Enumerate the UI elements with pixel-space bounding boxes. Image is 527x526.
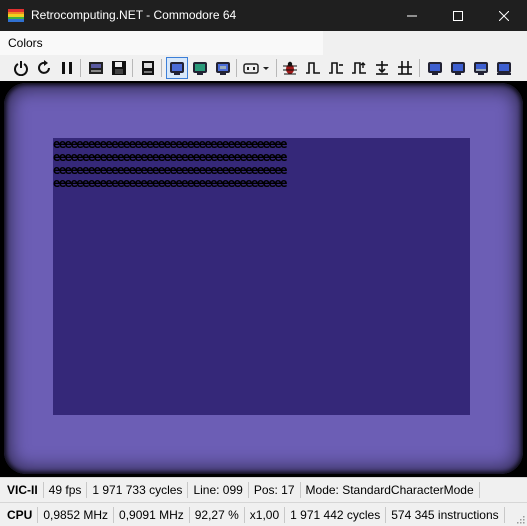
vic-fps: 49 fps	[44, 481, 88, 498]
floppy-icon	[112, 61, 126, 75]
joystick-dropdown-icon	[243, 63, 269, 74]
close-icon	[499, 10, 509, 21]
toolbar	[0, 55, 527, 81]
view-screen-button[interactable]	[166, 57, 188, 79]
vic-pos: Pos: 17	[249, 481, 301, 498]
step-out-button[interactable]	[348, 57, 370, 79]
vic-status-bar: VIC-II 49 fps 1 971 733 cycles Line: 099…	[0, 477, 527, 501]
display-icon	[497, 62, 511, 75]
power-icon	[14, 61, 28, 76]
reset-button[interactable]	[33, 57, 55, 79]
character-rows: eeeeeeeeeeeeeeeeeeeeeeeeeeeeeeeeeeeeeeee…	[53, 138, 470, 190]
monitor-icon	[216, 62, 230, 75]
menu-item-colors[interactable]: Colors	[8, 36, 43, 50]
minimize-icon	[407, 15, 417, 16]
display-3-button[interactable]	[470, 57, 492, 79]
close-button[interactable]	[481, 0, 527, 31]
screen-area: eeeeeeeeeeeeeeeeeeeeeeeeeeeeeeeeeeeeeeee…	[53, 138, 470, 415]
rainbow-logo-icon	[8, 9, 24, 22]
resize-grip-icon[interactable]	[515, 514, 525, 524]
cpu-status-bar: CPU 0,9852 MHz 0,9091 MHz 92,27 % x1,00 …	[0, 502, 527, 526]
vic-cycles: 1 971 733 cycles	[87, 481, 189, 498]
step-into-button[interactable]	[371, 57, 393, 79]
toolbar-separator	[80, 59, 81, 77]
pause-icon	[62, 62, 72, 74]
cpu-instructions: 574 345 instructions	[386, 506, 505, 523]
cartridge-button[interactable]	[137, 57, 159, 79]
maximize-button[interactable]	[435, 0, 481, 31]
power-button[interactable]	[10, 57, 32, 79]
cartridge-icon	[142, 61, 154, 75]
view-screen-alt-button[interactable]	[189, 57, 211, 79]
cpu-speed: x1,00	[245, 506, 286, 523]
vic-label: VIC-II	[0, 481, 44, 498]
run-to-button[interactable]	[394, 57, 416, 79]
minimize-button[interactable]	[389, 0, 435, 31]
toolbar-separator	[276, 59, 277, 77]
monitor-icon	[170, 62, 184, 75]
run-to-icon	[398, 61, 412, 75]
joystick-dropdown[interactable]	[240, 57, 272, 79]
char-row: eeeeeeeeeeeeeeeeeeeeeeeeeeeeeeeeeeeeeeee	[53, 176, 287, 190]
emulator-window: Retrocomputing.NET - Commodore 64 Colors	[0, 0, 527, 526]
pause-button[interactable]	[56, 57, 78, 79]
vic-mode: Mode: StandardCharacterMode	[301, 481, 480, 498]
window-title: Retrocomputing.NET - Commodore 64	[31, 8, 237, 22]
display-icon	[428, 62, 442, 75]
screen-border: eeeeeeeeeeeeeeeeeeeeeeeeeeeeeeeeeeeeeeee…	[4, 83, 523, 474]
menu-bar: Colors	[0, 31, 323, 55]
monitor-icon	[193, 62, 207, 75]
reset-icon	[38, 60, 50, 74]
toolbar-separator	[161, 59, 162, 77]
display-4-button[interactable]	[493, 57, 515, 79]
toolbar-separator	[236, 59, 237, 77]
emulator-display[interactable]: eeeeeeeeeeeeeeeeeeeeeeeeeeeeeeeeeeeeeeee…	[0, 81, 527, 477]
display-1-button[interactable]	[424, 57, 446, 79]
step-icon	[306, 62, 320, 74]
floppy-button[interactable]	[108, 57, 130, 79]
tape-button[interactable]	[85, 57, 107, 79]
step-out-icon	[352, 62, 366, 74]
maximize-icon	[453, 10, 463, 21]
step-into-icon	[376, 61, 388, 75]
cpu-label: CPU	[0, 506, 39, 523]
cpu-frequency: 0,9852 MHz	[38, 506, 115, 523]
toolbar-separator	[132, 59, 133, 77]
display-icon	[451, 62, 465, 75]
cpu-effective-frequency: 0,9091 MHz	[114, 506, 190, 523]
display-icon	[474, 62, 488, 75]
toolbar-separator	[419, 59, 420, 77]
cpu-percent: 92,27 %	[190, 506, 245, 523]
step-button[interactable]	[302, 57, 324, 79]
step-over-button[interactable]	[325, 57, 347, 79]
vic-line: Line: 099	[188, 481, 249, 498]
tape-icon	[89, 62, 103, 74]
debugger-button[interactable]	[279, 57, 301, 79]
title-bar[interactable]: Retrocomputing.NET - Commodore 64	[0, 0, 527, 31]
bug-icon	[283, 61, 297, 75]
cpu-cycles: 1 971 442 cycles	[285, 506, 387, 523]
display-2-button[interactable]	[447, 57, 469, 79]
step-over-icon	[329, 62, 343, 74]
view-screen-debug-button[interactable]	[212, 57, 234, 79]
